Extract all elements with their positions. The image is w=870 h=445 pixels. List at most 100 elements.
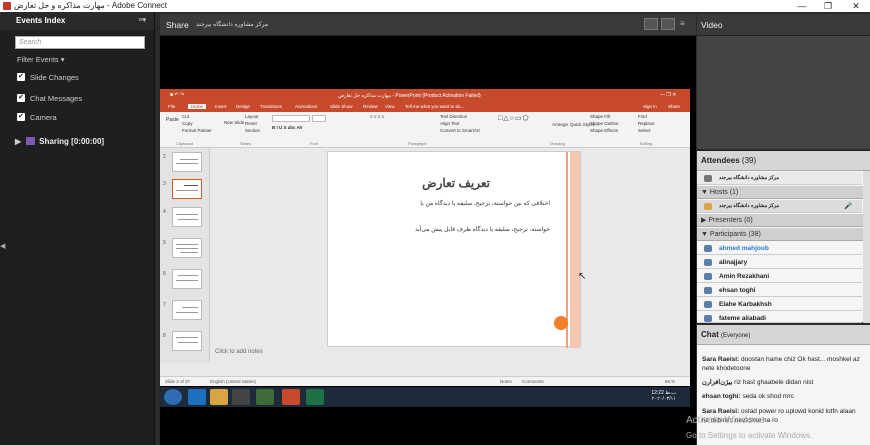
chat-audience[interactable]: (Everyone) xyxy=(721,333,750,339)
ppt-copy-button[interactable]: Copy xyxy=(182,121,193,126)
slide-thumbnail[interactable] xyxy=(172,152,202,172)
adobe-connect-icon xyxy=(3,2,11,10)
expand-arrow-icon[interactable]: ▶ xyxy=(15,137,21,146)
ppt-tell-me[interactable]: Tell me what you want to do... xyxy=(405,104,464,109)
participant-row[interactable]: ehsan toghi xyxy=(697,284,862,297)
ppt-tab-view[interactable]: View xyxy=(385,104,395,109)
ppt-format-painter[interactable]: Format Painter xyxy=(182,128,212,133)
ppt-layout[interactable]: Layout xyxy=(245,114,259,119)
org-status-row[interactable]: مرکز مشاوره دانشگاه بیرجند xyxy=(697,172,862,185)
participants-group[interactable]: ▼ Participants (38) xyxy=(697,228,870,241)
minimize-button[interactable]: — xyxy=(790,0,814,12)
host-row[interactable]: مرکز مشاوره دانشگاه بیرجند 🎤 xyxy=(697,200,862,213)
panel-menu-icon[interactable]: ≡▾ xyxy=(138,12,146,30)
ppt-tab-transitions[interactable]: Transitions xyxy=(260,104,282,109)
ppt-shape-fill[interactable]: Shape Fill xyxy=(590,114,610,119)
ppt-quick-access-icon[interactable]: ■ ↶ ↷ xyxy=(170,92,184,98)
ppt-zoom-level[interactable]: 66 % xyxy=(665,379,675,384)
thumb-number: 4 xyxy=(163,209,166,215)
filter-events-dropdown[interactable]: Filter Events ▾ xyxy=(17,55,65,64)
share-pod-title: Share xyxy=(166,20,189,30)
ppt-new-slide[interactable]: New Slide xyxy=(224,120,244,125)
fit-width-icon[interactable] xyxy=(644,18,658,30)
ppt-find[interactable]: Find xyxy=(638,114,647,119)
ppt-slide-thumbnails: 2 3 4 5 6 7 8 xyxy=(160,148,210,363)
ppt-sign-in[interactable]: Sign in xyxy=(643,104,657,109)
ppt-shape-effects[interactable]: Shape Effects xyxy=(590,128,618,133)
media-player-icon[interactable] xyxy=(232,389,250,405)
ppt-window-controls[interactable]: — ❐ ✕ xyxy=(660,92,676,98)
sharing-event-item[interactable]: ▶ Sharing [0:00:00] xyxy=(15,137,104,146)
ppt-shapes-gallery[interactable]: □△○▭⬠ xyxy=(498,114,530,122)
slide-thumbnail[interactable] xyxy=(172,331,202,351)
slide-heading: تعریف تعارض xyxy=(422,176,490,190)
close-button[interactable]: ✕ xyxy=(844,0,868,12)
ppt-tab-home[interactable]: Home xyxy=(188,104,207,109)
slide-thumbnail[interactable] xyxy=(172,238,202,258)
participant-row[interactable]: fateme aliabadi xyxy=(697,312,862,323)
hosts-group[interactable]: ▼ Hosts (1) xyxy=(697,186,870,199)
participant-row[interactable]: alinajjary xyxy=(697,256,862,269)
ppt-replace[interactable]: Replace xyxy=(638,121,655,126)
participants-label: Participants (38) xyxy=(709,231,761,238)
presenter-name: مرکز مشاوره دانشگاه بیرجند xyxy=(196,22,269,28)
pod-menu-icon[interactable]: ≡ xyxy=(680,19,685,28)
ppt-paragraph-buttons[interactable]: ≡ ≡ ≡ ≡ xyxy=(370,114,384,119)
ppt-share[interactable]: Share xyxy=(668,104,680,109)
window-titlebar: مهارت مذاکره و حل تعارض - Adobe Connect … xyxy=(0,0,870,12)
ppt-comments-toggle[interactable]: Comments xyxy=(522,379,544,384)
sharing-label: Sharing [0:00:00] xyxy=(39,137,105,146)
slide-thumbnail-selected[interactable] xyxy=(172,179,202,199)
ppt-arrange[interactable]: Arrange xyxy=(552,122,568,127)
current-slide[interactable]: تعریف تعارض اختلافی که بین خواسته، ترجیح… xyxy=(327,151,581,348)
start-button-icon[interactable] xyxy=(164,389,182,405)
ppt-statusbar: Slide 3 of 37 English (United States) No… xyxy=(160,376,690,386)
ppt-convert-smartart[interactable]: Convert to SmartArt xyxy=(440,128,480,133)
ppt-tab-design[interactable]: Design xyxy=(236,104,250,109)
fullscreen-icon[interactable] xyxy=(661,18,675,30)
participant-row[interactable]: ahmed mahjoub xyxy=(697,242,862,255)
presenters-group[interactable]: ▶ Presenters (0) xyxy=(697,214,870,227)
ppt-section[interactable]: Section xyxy=(245,128,260,133)
ppt-notes-toggle[interactable]: Notes xyxy=(500,379,512,384)
events-search-input[interactable]: Search xyxy=(15,36,145,49)
chat-messages-checkbox[interactable]: ✔ xyxy=(17,94,25,102)
excel-icon[interactable] xyxy=(306,389,324,405)
attendees-scrollbar[interactable] xyxy=(863,171,870,323)
ie-icon[interactable] xyxy=(188,389,206,405)
participant-row[interactable]: Elahe Karbakhsh xyxy=(697,298,862,311)
chat-header: Chat (Everyone) xyxy=(697,325,870,345)
maximize-button[interactable]: ❐ xyxy=(816,0,840,12)
taskbar-clock[interactable]: 12:22 ب.ظ ۲۰۲۰/۰۳/۱۱ xyxy=(651,390,676,402)
events-index-header: Events Index ≡▾ xyxy=(0,12,154,30)
ppt-cut-button[interactable]: Cut xyxy=(182,114,189,119)
chrome-icon[interactable] xyxy=(256,389,274,405)
ppt-font-name-box[interactable] xyxy=(272,115,310,122)
collapse-panel-icon[interactable]: ◀ xyxy=(0,242,5,250)
ppt-paste-button[interactable]: Paste xyxy=(166,117,179,123)
slide-changes-checkbox[interactable]: ✔ xyxy=(17,73,25,81)
ppt-select[interactable]: Select xyxy=(638,128,651,133)
ppt-notes-placeholder[interactable]: Click to add notes xyxy=(215,349,263,355)
ppt-font-size-box[interactable] xyxy=(312,115,326,122)
slide-thumbnail[interactable] xyxy=(172,207,202,227)
ppt-tab-review[interactable]: Review xyxy=(363,104,378,109)
ppt-text-direction[interactable]: Text Direction xyxy=(440,114,467,119)
explorer-icon[interactable] xyxy=(210,389,228,405)
chat-sender: ehsan toghi: xyxy=(702,393,741,400)
ppt-tab-file[interactable]: File xyxy=(168,104,175,109)
chat-message: بیژن‌افزارن riz hast ghaabele didan nist xyxy=(702,378,862,387)
ppt-align-text[interactable]: Align Text xyxy=(440,121,459,126)
ppt-tab-animations[interactable]: Animations xyxy=(295,104,317,109)
powerpoint-icon[interactable] xyxy=(282,389,300,405)
ppt-shape-outline[interactable]: Shape Outline xyxy=(590,121,619,126)
slide-thumbnail[interactable] xyxy=(172,269,202,289)
slide-thumbnail[interactable] xyxy=(172,300,202,320)
ppt-reset[interactable]: Reset xyxy=(245,121,257,126)
participant-row[interactable]: Amin Rezakhani xyxy=(697,270,862,283)
ppt-tab-slideshow[interactable]: Slide Show xyxy=(330,104,353,109)
ppt-font-style-buttons[interactable]: B I U S abc AV xyxy=(272,125,303,130)
ppt-tab-insert[interactable]: Insert xyxy=(215,104,226,109)
attendees-header: Attendees (39) xyxy=(697,151,870,171)
camera-checkbox[interactable]: ✔ xyxy=(17,113,25,121)
